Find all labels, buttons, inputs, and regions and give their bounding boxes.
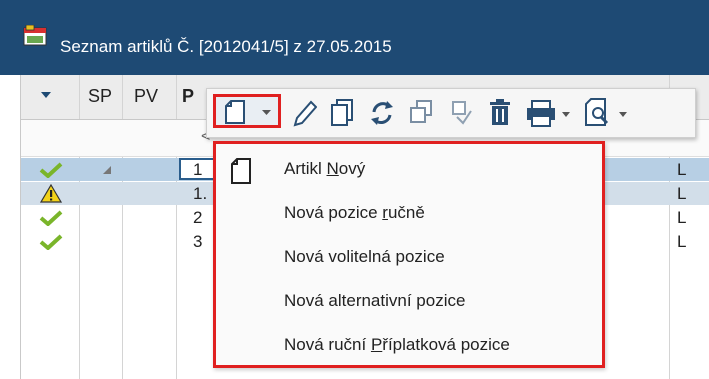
new-document-icon: [225, 100, 245, 124]
menu-item-nova-pozice-rucne[interactable]: Nová pozice ručně: [216, 194, 602, 234]
row-number: 1.: [193, 184, 208, 203]
check-icon: [39, 162, 63, 178]
menu-item-nova-volitelna-pozice[interactable]: Nová volitelná pozice: [216, 238, 602, 278]
check-icon: [39, 210, 63, 226]
chevron-down-icon: [262, 110, 271, 115]
new-item-menu: Artikl Nový Nová pozice ručně Nová volit…: [213, 141, 605, 368]
warning-icon: [40, 184, 62, 203]
menu-item-label: Artikl: [284, 159, 327, 178]
row-unit: L: [677, 232, 687, 251]
printer-icon[interactable]: [525, 97, 573, 129]
row-number: 1: [193, 160, 203, 179]
row-indicator-icon: [103, 166, 111, 174]
menu-item-label: učně: [387, 203, 425, 222]
app-icon: [23, 25, 47, 46]
row-number: 2: [193, 208, 203, 227]
menu-item-label: Nová alternativní pozice: [284, 291, 466, 310]
menu-item-label: Nová pozice: [284, 203, 383, 222]
column-chooser-icon[interactable]: [41, 92, 51, 99]
row-toolbar: [206, 88, 696, 138]
duplicate-icon[interactable]: [407, 97, 435, 129]
menu-item-nova-alternativni-pozice[interactable]: Nová alternativní pozice: [216, 282, 602, 322]
menu-item-accelerator: N: [326, 159, 339, 178]
row-unit: L: [677, 160, 687, 179]
row-unit: L: [677, 208, 687, 227]
row-unit: L: [677, 184, 687, 203]
preview-icon[interactable]: [583, 97, 631, 129]
new-document-icon: [231, 158, 251, 184]
window-titlebar: Seznam artiklů Č. [2012041/5] z 27.05.20…: [0, 0, 709, 75]
menu-item-artikl-novy[interactable]: Artikl Nový: [216, 150, 602, 190]
trash-icon[interactable]: [487, 97, 513, 129]
menu-item-label: Nová volitelná pozice: [284, 247, 445, 266]
column-header-p[interactable]: P: [182, 86, 194, 107]
pencil-icon[interactable]: [291, 97, 317, 129]
menu-item-nova-rucni-priplatkova-pozice[interactable]: Nová ruční Příplatková pozice: [216, 326, 602, 366]
menu-item-label: ový: [338, 159, 366, 178]
check-icon: [39, 234, 63, 250]
menu-item-label: říplatková pozice: [382, 335, 510, 354]
row-number: 3: [193, 232, 203, 251]
new-item-split-button[interactable]: [213, 94, 281, 128]
window-title: Seznam artiklů Č. [2012041/5] z 27.05.20…: [60, 37, 392, 56]
column-header-sp[interactable]: SP: [88, 86, 112, 107]
menu-item-label: Nová ruční: [284, 335, 371, 354]
refresh-icon[interactable]: [368, 97, 396, 129]
restore-icon[interactable]: [447, 97, 475, 129]
copy-icon[interactable]: [329, 97, 355, 129]
column-header-pv[interactable]: PV: [134, 86, 158, 107]
menu-item-accelerator: P: [370, 335, 383, 354]
